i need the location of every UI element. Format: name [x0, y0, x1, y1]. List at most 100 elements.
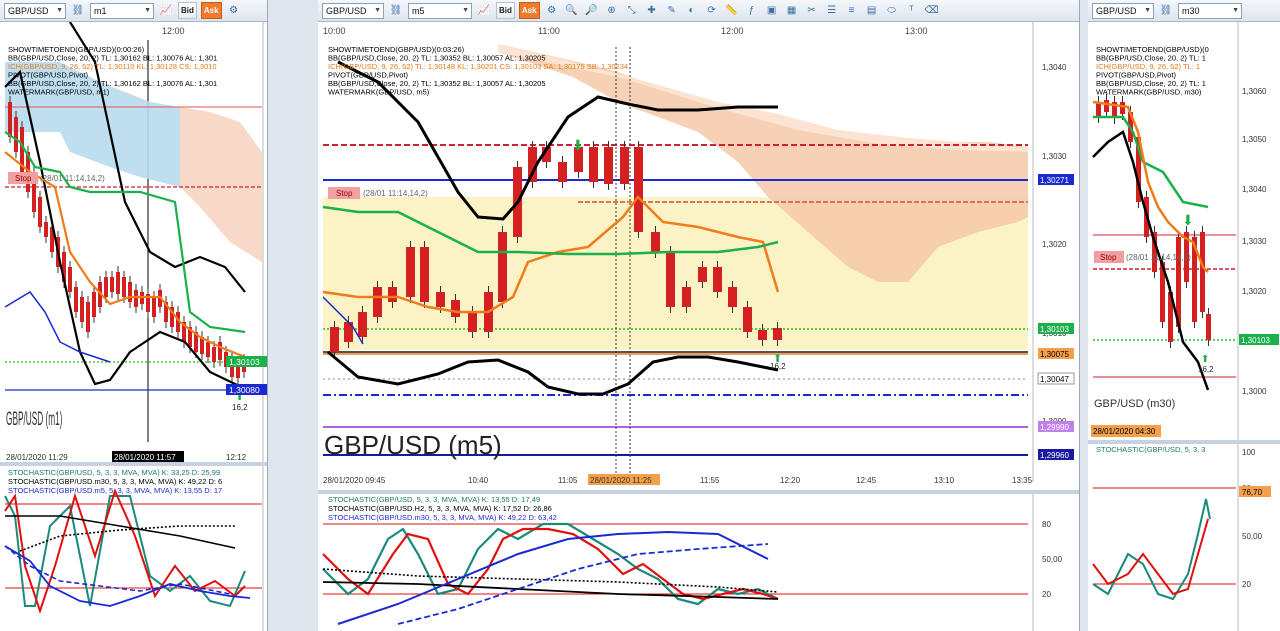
stop-label: Stop — [336, 189, 353, 198]
tenkan-line-m30 — [1092, 100, 1209, 273]
time-axis-label: 12:20 — [780, 476, 801, 485]
edit-icon[interactable]: ✎ — [664, 3, 680, 19]
timeframe-value: m30 — [1182, 5, 1200, 16]
symbol-select[interactable]: GBP/USD ▼ — [4, 2, 66, 19]
fill-icon[interactable]: ▤ — [864, 3, 880, 19]
chart-m5[interactable]: 10:00 11:00 12:00 13:00 Stop (28/01 11:14,1… — [318, 22, 1080, 492]
candle — [134, 290, 138, 307]
chevron-down-icon: ▼ — [1232, 7, 1239, 14]
time-top-label: 10:00 — [323, 26, 346, 36]
ask-button[interactable]: Ask — [200, 2, 222, 19]
legend-line: WATERMARK(GBP/USD, m1) — [8, 88, 110, 97]
text-icon[interactable]: ᵀ — [904, 3, 920, 19]
indicator-legend: SHOWTIMETOEND(GBP/USD)(0:03:26)BB(GBP/US… — [328, 45, 628, 97]
candle — [128, 282, 132, 302]
stoch-value-tag-text: 76,70 — [1242, 488, 1263, 497]
bollinger-lower-m5 — [327, 350, 779, 396]
arrow-value-label: 16,2 — [232, 403, 248, 412]
time-axis-label: 11:55 — [700, 476, 720, 485]
link-icon[interactable]: ⛓ — [388, 3, 404, 19]
settings-icon[interactable]: ⚙ — [544, 3, 560, 19]
candle — [1120, 102, 1125, 114]
axis-tick-label: 1,3020 — [1242, 287, 1267, 296]
link-icon[interactable]: ⛓ — [70, 3, 86, 19]
symbol-select[interactable]: GBP/USD ▼ — [1092, 2, 1154, 19]
axis-tick-label: 1,3050 — [1242, 135, 1267, 144]
grid-icon[interactable]: ▦ — [784, 3, 800, 19]
chart-window-m30: GBP/USD ▼ ⛓ m30 ▼ Stop (28/01 11:14,14,2) … — [1088, 0, 1280, 631]
eraser-icon[interactable]: ⌫ — [924, 3, 940, 19]
time-top-label: 11:00 — [538, 26, 560, 36]
axis-tick-label: 20 — [1242, 580, 1251, 589]
time-top-label: 12:00 — [162, 26, 185, 36]
toolbar-m1: GBP/USD ▼ ⛓ m1 ▼ 📈 Bid Ask ⚙ — [0, 0, 267, 22]
stop-label: Stop — [1100, 253, 1117, 262]
candle — [80, 297, 84, 322]
candle — [743, 307, 752, 332]
ellipse-icon[interactable]: ⬭ — [884, 3, 900, 19]
time-axis-label: 28/01/2020 11:29 — [6, 453, 68, 462]
candle — [604, 147, 613, 184]
bid-button[interactable]: Bid — [178, 2, 197, 19]
zoom-in-icon[interactable]: 🔍 — [564, 3, 580, 19]
legend-line: STOCHASTIC(GBP/USD.H2, 5, 3, 3, MVA, MVA… — [328, 504, 552, 513]
candle — [589, 147, 598, 182]
candle — [666, 252, 675, 307]
legend-line: STOCHASTIC(GBP/USD, 5, 3, 3, MVA, MVA) K… — [8, 468, 220, 477]
stoch-teal-m5 — [322, 522, 779, 606]
timeframe-value: m5 — [412, 5, 425, 16]
image-icon[interactable]: ▣ — [764, 3, 780, 19]
symbol-value: GBP/USD — [8, 5, 49, 16]
scroll-icon[interactable]: ⤡ — [624, 3, 640, 19]
symbol-select[interactable]: GBP/USD ▼ — [322, 2, 384, 19]
price-axis: 1,3060 1,3050 1,3040 1,3030 1,3020 1,3000 — [1242, 87, 1267, 396]
chart-type-icon[interactable]: 📈 — [158, 3, 174, 19]
bid-button[interactable]: Bid — [496, 2, 515, 19]
timeframe-select[interactable]: m30 ▼ — [1178, 2, 1242, 19]
zoom-out-icon[interactable]: 🔎 — [584, 3, 600, 19]
stop-note: (28/01 11:14,14,2) — [40, 174, 105, 183]
candle — [373, 287, 382, 317]
stochastic-m1[interactable]: STOCHASTIC(GBP/USD, 5, 3, 3, MVA, MVA) K… — [0, 466, 268, 631]
price-tag-green-text: 1,30103 — [1040, 325, 1069, 334]
line-style-icon[interactable]: ☰ — [824, 3, 840, 19]
time-axis-label: 11:05 — [558, 476, 578, 485]
price-tag-navy-text: 1,29960 — [1040, 451, 1069, 460]
price-tag-gray-text: 1,30047 — [1040, 375, 1069, 384]
time-axis-label: 10:40 — [468, 476, 489, 485]
chevron-down-icon: ▼ — [1144, 7, 1151, 14]
candle — [682, 287, 691, 307]
arrow-value-label: 16,2 — [1198, 365, 1214, 374]
timeframe-select[interactable]: m1 ▼ — [90, 2, 154, 19]
candle — [14, 117, 18, 152]
axis-tick-label: 20 — [1042, 590, 1051, 599]
axis-tick-label: 50,00 — [1042, 555, 1063, 564]
stochastic-m30[interactable]: STOCHASTIC(GBP/USD, 5, 3, 3 1008050,0020… — [1088, 444, 1280, 631]
stochastic-m5[interactable]: STOCHASTIC(GBP/USD, 5, 3, 3, MVA, MVA) K… — [318, 494, 1080, 631]
tools-icon[interactable]: ✂ — [804, 3, 820, 19]
candle — [728, 287, 737, 307]
stoch-black-dotted-m1 — [19, 525, 235, 552]
axis-tick-label: 1,3030 — [1242, 237, 1267, 246]
watermark-m5: GBP/USD (m5) — [324, 430, 502, 460]
crosshair-icon[interactable]: ✚ — [644, 3, 660, 19]
ask-button[interactable]: Ask — [518, 2, 540, 19]
link-icon[interactable]: ⛓ — [1158, 3, 1174, 19]
candle — [122, 277, 126, 297]
legend-line: WATERMARK(GBP/USD, m5) — [328, 88, 430, 97]
toolbar-m30: GBP/USD ▼ ⛓ m30 ▼ — [1088, 0, 1280, 22]
time-axis: 28/01/2020 09:45 10:40 11:05 28/01/2020 11:… — [323, 474, 1033, 485]
zoom-fit-icon[interactable]: ⊕ — [604, 3, 620, 19]
legend-line: STOCHASTIC(GBP/USD, 5, 3, 3 — [1096, 445, 1205, 454]
line-width-icon[interactable]: ≡ — [844, 3, 860, 19]
settings-icon[interactable]: ⚙ — [226, 3, 242, 19]
color-icon[interactable]: ◐ — [684, 3, 700, 19]
indicator-icon[interactable]: ƒ — [744, 3, 760, 19]
chart-type-icon[interactable]: 📈 — [476, 3, 492, 19]
candle — [212, 347, 216, 362]
timeframe-select[interactable]: m5 ▼ — [408, 2, 472, 19]
ruler-icon[interactable]: 📏 — [724, 3, 740, 19]
refresh-icon[interactable]: ⟳ — [704, 3, 720, 19]
chart-m30[interactable]: Stop (28/01 11:14,14,2) ⬇ ⬆ 16,2 GBP/USD… — [1088, 22, 1280, 442]
stop-note: (28/01 11:14,14,2) — [1126, 253, 1191, 262]
